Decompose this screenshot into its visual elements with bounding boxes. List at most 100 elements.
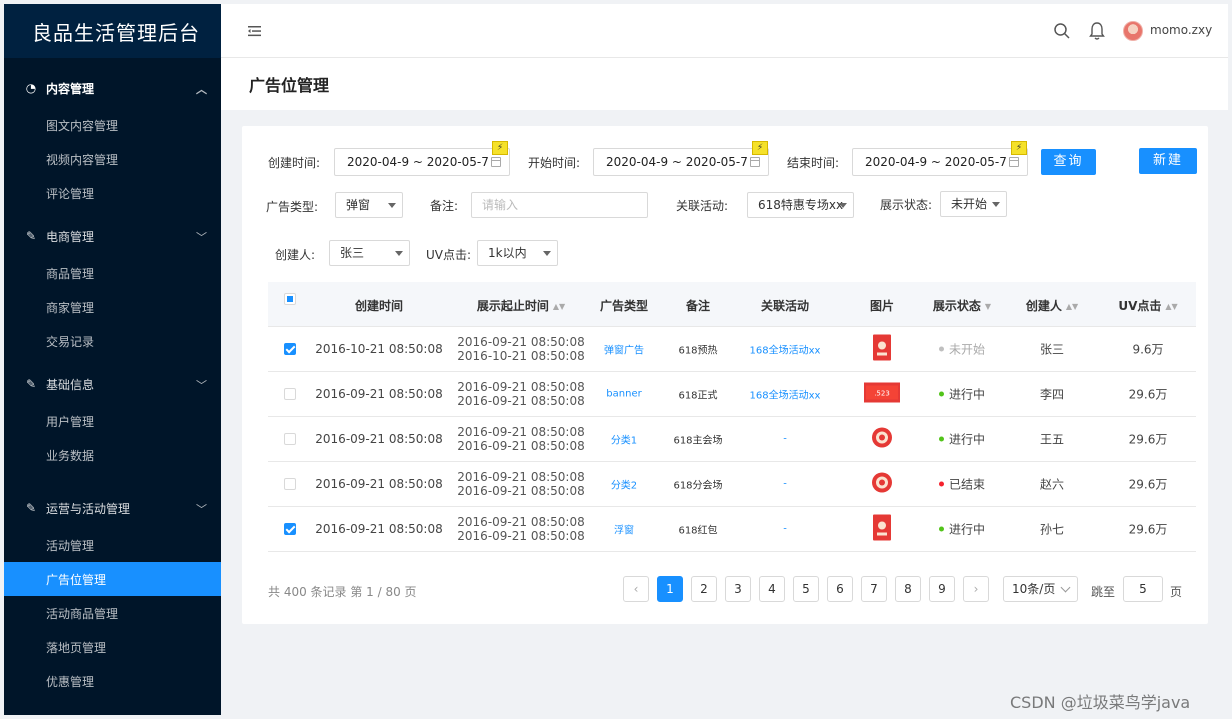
cell-activity[interactable]: 168全场活动xx xyxy=(750,342,821,357)
cell-creator: 李四 xyxy=(1039,387,1065,402)
avatar[interactable] xyxy=(1123,21,1143,41)
menu-fold-icon[interactable] xyxy=(245,22,263,40)
sidebar-item[interactable]: 用户管理 xyxy=(4,404,221,438)
uv-select[interactable]: 1k以内 xyxy=(477,240,558,266)
row-checkbox[interactable] xyxy=(284,478,296,490)
redbag-icon[interactable] xyxy=(873,334,891,364)
banner-icon[interactable]: .523 xyxy=(864,382,900,406)
uv-value: 1k以内 xyxy=(488,246,527,260)
table-row[interactable]: 2016-09-21 08:50:08 2016-09-21 08:50:08 20… xyxy=(268,507,1196,552)
row-checkbox[interactable] xyxy=(284,343,296,355)
lightning-icon: ⚡ xyxy=(752,141,768,155)
edit-icon: ✎ xyxy=(25,377,37,391)
edit-icon: ✎ xyxy=(25,229,37,243)
table-row[interactable]: 2016-09-21 08:50:08 2016-09-21 08:50:08 20… xyxy=(268,462,1196,507)
page-button[interactable]: 3 xyxy=(725,576,751,602)
redbag-icon[interactable] xyxy=(873,514,891,544)
username[interactable]: momo.zxy xyxy=(1150,23,1212,37)
sidebar-item[interactable]: 交易记录 xyxy=(4,324,221,358)
table-row[interactable]: 2016-09-21 08:50:08 2016-09-21 08:50:08 20… xyxy=(268,372,1196,417)
query-button[interactable]: 查询 xyxy=(1041,149,1096,175)
page-button[interactable]: 4 xyxy=(759,576,785,602)
page-button[interactable]: 2 xyxy=(691,576,717,602)
bell-icon[interactable] xyxy=(1088,21,1106,41)
cell-uv: 9.6万 xyxy=(1132,342,1164,357)
col-image: 图片 xyxy=(870,297,894,314)
svg-text:.523: .523 xyxy=(874,390,890,398)
cell-activity[interactable]: - xyxy=(783,524,787,535)
page-button[interactable]: 6 xyxy=(827,576,853,602)
activity-select[interactable]: 618特惠专场xx xyxy=(747,192,854,218)
row-checkbox[interactable] xyxy=(284,433,296,445)
status-text: 进行中 xyxy=(948,387,986,402)
caret-down-icon xyxy=(395,251,403,256)
sidebar-item[interactable]: 视频内容管理 xyxy=(4,142,221,176)
search-icon[interactable] xyxy=(1053,22,1071,40)
status-label: 展示状态: xyxy=(880,198,933,212)
select-all-checkbox[interactable] xyxy=(284,293,296,305)
page-size-select[interactable]: 10条/页 xyxy=(1003,576,1078,602)
sidebar-item[interactable]: 商品管理 xyxy=(4,256,221,290)
sidebar-item[interactable]: 广告位管理 xyxy=(4,562,221,596)
ad-type-value: 弹窗 xyxy=(346,198,371,212)
page-button[interactable]: 7 xyxy=(861,576,887,602)
col-status[interactable]: 展示状态 ▼ xyxy=(933,297,991,314)
cell-ad-type[interactable]: 浮窗 xyxy=(614,522,634,537)
prev-page-button[interactable]: ‹ xyxy=(623,576,649,602)
sidebar-menu: ◔ 内容管理 ︿ 图文内容管理 视频内容管理 评论管理 ✎ 电商管理 ﹀ 商品管理 商家管理 交易记录… xyxy=(4,68,221,698)
ad-type-select[interactable]: 弹窗 xyxy=(335,192,403,218)
menu-group-0[interactable]: ◔ 内容管理 ︿ xyxy=(4,68,221,108)
coupon-icon[interactable] xyxy=(871,427,893,452)
table-row[interactable]: 2016-10-21 08:50:08 2016-09-21 08:50:08 20… xyxy=(268,327,1196,372)
col-uv[interactable]: UV点击 ▲▼ xyxy=(1118,297,1177,314)
col-range[interactable]: 展示起止时间 ▲▼ xyxy=(477,297,565,314)
page-button[interactable]: 1 xyxy=(657,576,683,602)
cell-activity[interactable]: - xyxy=(783,479,787,490)
end-time-range-picker[interactable]: 2020-04-9 ~ 2020-05-7 xyxy=(852,148,1028,176)
row-checkbox[interactable] xyxy=(284,523,296,535)
next-page-button[interactable]: › xyxy=(963,576,989,602)
col-created-label: 创建时间 xyxy=(354,299,404,313)
cell-activity[interactable]: - xyxy=(783,434,787,445)
top-header: momo.zxy xyxy=(221,4,1228,58)
page-title-bar: 广告位管理 xyxy=(221,58,1228,110)
cell-range: 2016-09-21 08:50:08 2016-09-21 08:50:08 xyxy=(457,515,584,543)
cell-ad-type[interactable]: 弹窗广告 xyxy=(604,342,644,357)
table-row[interactable]: 2016-09-21 08:50:08 2016-09-21 08:50:08 20… xyxy=(268,417,1196,462)
caret-down-icon xyxy=(839,203,847,208)
sidebar-item[interactable]: 活动管理 xyxy=(4,528,221,562)
sidebar-item[interactable]: 活动商品管理 xyxy=(4,596,221,630)
total-records: 共 400 条记录 第 1 / 80 页 xyxy=(268,585,417,599)
start-time-range-picker[interactable]: 2020-04-9 ~ 2020-05-7 xyxy=(593,148,769,176)
sidebar-item[interactable]: 商家管理 xyxy=(4,290,221,324)
cell-activity[interactable]: 168全场活动xx xyxy=(750,387,821,402)
sidebar-item[interactable]: 图文内容管理 xyxy=(4,108,221,142)
new-button[interactable]: 新建 xyxy=(1139,148,1197,174)
cell-ad-type[interactable]: 分类1 xyxy=(611,432,637,447)
creator-select[interactable]: 张三 xyxy=(329,240,410,266)
sidebar-item[interactable]: 评论管理 xyxy=(4,176,221,210)
cell-status: 未开始 xyxy=(938,341,985,358)
menu-group-1[interactable]: ✎ 电商管理 ﹀ xyxy=(4,216,221,256)
page-button[interactable]: 5 xyxy=(793,576,819,602)
page-button[interactable]: 9 xyxy=(929,576,955,602)
menu-group-2[interactable]: ✎ 基础信息 ﹀ xyxy=(4,364,221,404)
chevron-up-icon: ︿ xyxy=(196,83,207,96)
range-start: 2016-09-21 08:50:08 xyxy=(457,470,585,484)
status-select[interactable]: 未开始 xyxy=(940,191,1007,217)
cell-ad-type[interactable]: 分类2 xyxy=(611,477,637,492)
col-creator[interactable]: 创建人 ▲▼ xyxy=(1026,297,1078,314)
jump-page-input[interactable]: 5 xyxy=(1123,576,1163,602)
created-time-label: 创建时间: xyxy=(268,156,321,170)
sidebar-item[interactable]: 落地页管理 xyxy=(4,630,221,664)
row-checkbox[interactable] xyxy=(284,388,296,400)
sidebar-item[interactable]: 业务数据 xyxy=(4,438,221,472)
note-input[interactable]: 请输入 xyxy=(471,192,648,218)
page-button[interactable]: 8 xyxy=(895,576,921,602)
cell-creator: 孙七 xyxy=(1039,522,1065,537)
sidebar-item[interactable]: 优惠管理 xyxy=(4,664,221,698)
menu-group-3[interactable]: ✎ 运营与活动管理 ﹀ xyxy=(4,488,221,528)
created-time-range-picker[interactable]: 2020-04-9 ~ 2020-05-7 xyxy=(334,148,510,176)
coupon-icon[interactable] xyxy=(871,472,893,497)
cell-ad-type[interactable]: banner xyxy=(606,389,641,400)
